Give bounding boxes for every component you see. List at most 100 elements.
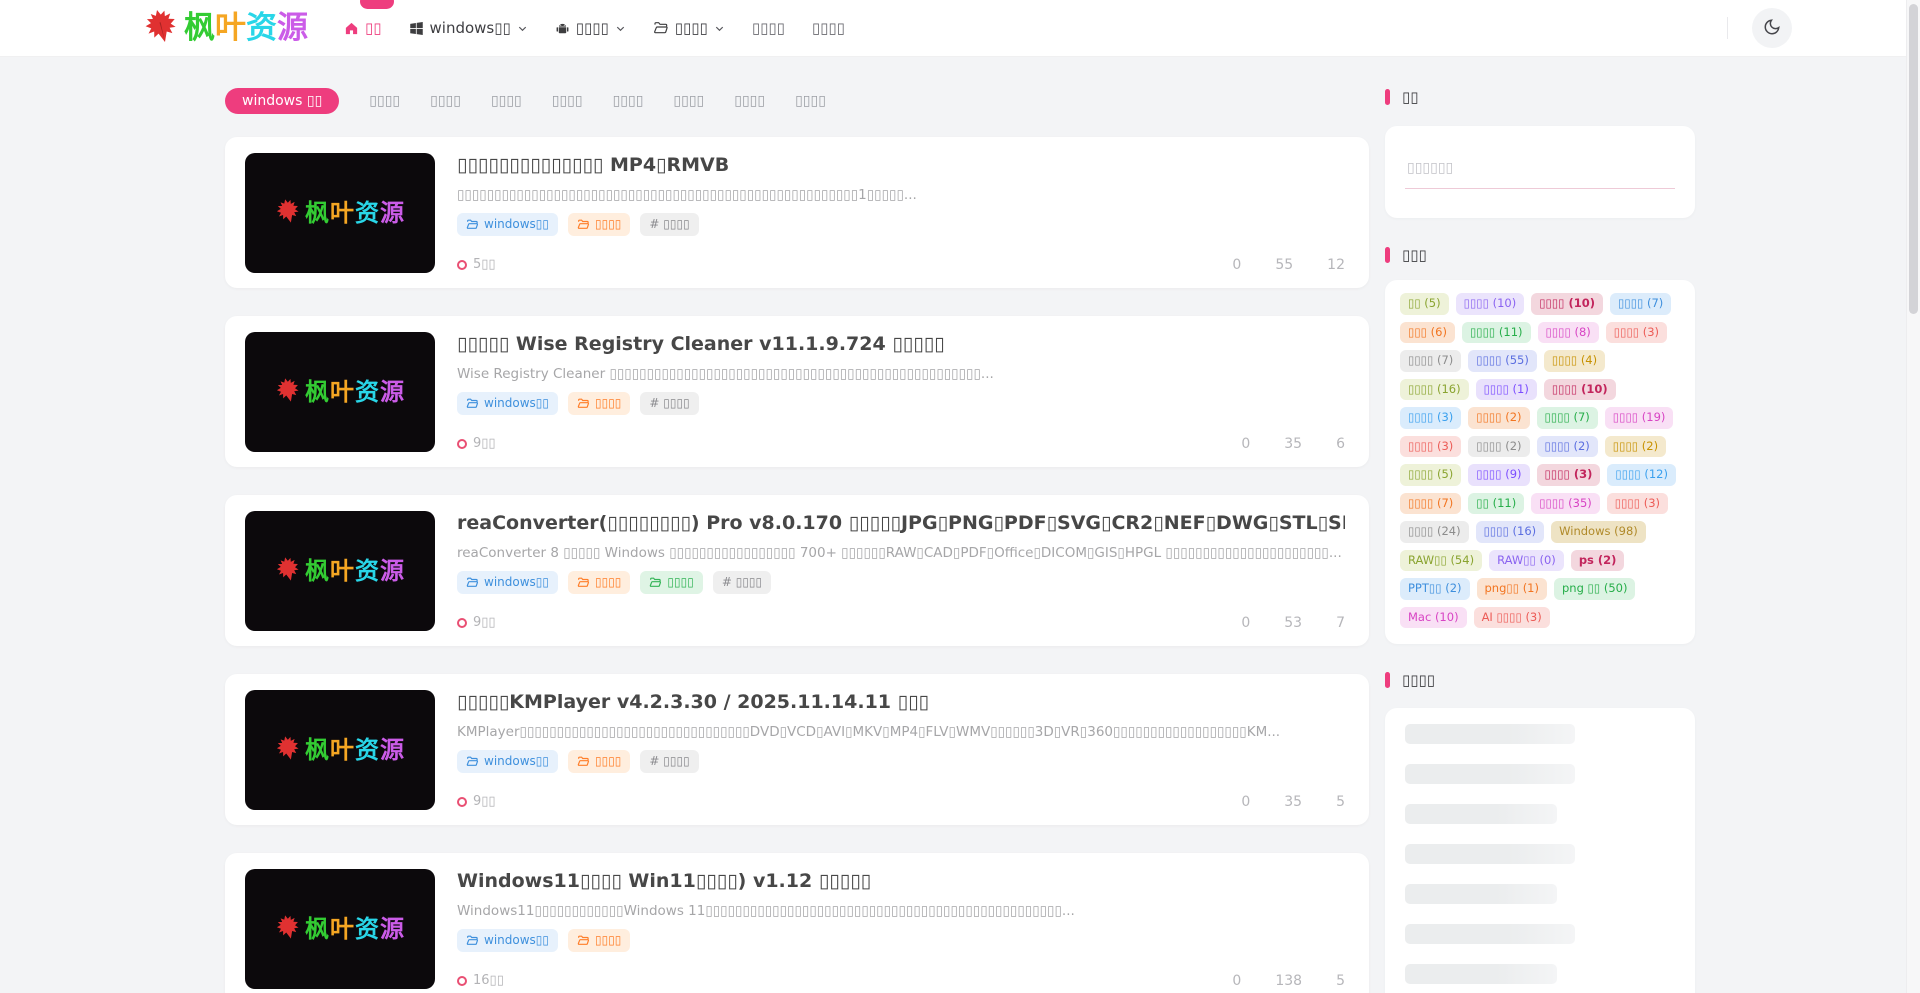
nav-item-about[interactable]: ▯▯▯▯ (812, 19, 845, 37)
tag-cloud-item[interactable]: ▯▯▯▯ (7) (1400, 350, 1461, 372)
search-input[interactable] (1405, 156, 1675, 189)
tag-cloud-item[interactable]: ▯▯▯▯ (10) (1544, 379, 1616, 401)
sidebar-section-title: ▯▯▯ (1402, 246, 1427, 264)
tag-cloud-item[interactable]: ▯▯▯▯ (9) (1468, 464, 1529, 486)
tag-cloud-item[interactable]: ▯▯▯▯ (1) (1476, 379, 1537, 401)
nav-item-windows-software[interactable]: windows▯▯ (409, 19, 528, 37)
comment-count: 0 (1232, 257, 1241, 273)
tag-cloud-item[interactable]: ▯▯▯▯ (19) (1605, 407, 1674, 429)
view-count: 53 (1284, 615, 1302, 631)
tag-cloud-item[interactable]: ▯▯▯▯ (7) (1537, 407, 1598, 429)
tag-cloud-item[interactable]: ▯▯▯▯ (5) (1400, 464, 1461, 486)
tag-cloud-item[interactable]: ▯▯ (5) (1400, 293, 1449, 315)
tag-cloud-item[interactable]: ▯▯▯▯ (35) (1531, 493, 1600, 515)
tag-cloud-item[interactable]: ps (2) (1571, 550, 1625, 572)
post-title[interactable]: reaConverter(▯▯▯▯▯▯▯▯) Pro v8.0.170 ▯▯▯▯… (457, 512, 1345, 534)
tag-cloud-item[interactable]: ▯▯▯▯ (16) (1476, 521, 1545, 543)
tag-cloud-item[interactable]: ▯▯▯▯ (12) (1607, 464, 1676, 486)
filter-chip[interactable]: ▯▯▯▯ (613, 93, 644, 109)
filter-chip[interactable]: ▯▯▯▯ (552, 93, 583, 109)
tag-cloud-item[interactable]: ▯▯▯▯ (7) (1610, 293, 1671, 315)
badge-row: windows▯▯ ▯▯▯▯ # ▯▯▯▯ (457, 392, 1345, 415)
tag-cloud-item[interactable]: ▯▯▯▯ (3) (1537, 464, 1601, 486)
tag-cloud-item[interactable]: ▯▯ (11) (1468, 493, 1524, 515)
post-title[interactable]: ▯▯▯▯▯▯▯▯▯▯▯▯▯▯ MP4▯RMVB (457, 154, 1345, 176)
tag-cloud-item[interactable]: ▯▯▯▯ (10) (1531, 293, 1603, 315)
category-badge[interactable]: ▯▯▯▯ (568, 750, 630, 773)
tag-cloud-item[interactable]: ▯▯▯▯ (2) (1605, 436, 1666, 458)
post-title[interactable]: Windows11▯▯▯▯ Win11▯▯▯▯) v1.12 ▯▯▯▯▯ (457, 870, 1345, 892)
tag-cloud-item[interactable]: ▯▯▯▯ (55) (1468, 350, 1537, 372)
filter-chip[interactable]: ▯▯▯▯ (795, 93, 826, 109)
site-logo[interactable]: 枫叶资源 (143, 8, 308, 48)
post-thumbnail[interactable]: 枫叶资源 (245, 690, 435, 810)
filter-chip-active[interactable]: windows ▯▯ (225, 88, 339, 114)
tag-cloud-item[interactable]: Mac (10) (1400, 607, 1467, 629)
post-title[interactable]: ▯▯▯▯▯KMPlayer v4.2.3.30 / 2025.11.14.11 … (457, 691, 1345, 713)
logo-char: 枫 (305, 736, 330, 764)
folder-open-icon (466, 576, 479, 589)
scrollbar-thumb[interactable] (1909, 4, 1918, 314)
tag-cloud-item[interactable]: ▯▯▯▯ (2) (1537, 436, 1598, 458)
maple-leaf-icon (275, 914, 301, 944)
tag-cloud-item[interactable]: png ▯▯ (50) (1554, 578, 1635, 600)
theme-toggle-button[interactable] (1752, 8, 1792, 48)
tag-cloud-item[interactable]: ▯▯▯▯ (3) (1400, 436, 1461, 458)
post-thumbnail[interactable]: 枫叶资源 (245, 153, 435, 273)
post-stats: 01385 (1232, 973, 1345, 989)
tag-badge[interactable]: # ▯▯▯▯ (640, 750, 698, 773)
tag-cloud-item[interactable]: ▯▯▯▯ (7) (1400, 493, 1461, 515)
tag-cloud-item[interactable]: ▯▯▯▯ (10) (1456, 293, 1525, 315)
category-badge[interactable]: ▯▯▯▯ (568, 213, 630, 236)
tag-badge[interactable]: # ▯▯▯▯ (713, 571, 771, 594)
post-title[interactable]: ▯▯▯▯▯ Wise Registry Cleaner v11.1.9.724 … (457, 333, 1345, 355)
tag-cloud-item[interactable]: AI ▯▯▯▯ (3) (1474, 607, 1550, 629)
tag-cloud-item[interactable]: ▯▯▯▯ (2) (1468, 407, 1529, 429)
tag-cloud-item[interactable]: ▯▯▯▯ (11) (1462, 322, 1531, 344)
tag-cloud-item[interactable]: ▯▯▯▯ (3) (1607, 493, 1668, 515)
category-badge[interactable]: ▯▯▯▯ (640, 571, 702, 594)
category-badge[interactable]: ▯▯▯▯ (568, 392, 630, 415)
nav-item-other-categories[interactable]: ▯▯▯▯ (653, 19, 725, 37)
post-thumbnail[interactable]: 枫叶资源 (245, 869, 435, 989)
nav-item-home[interactable]: ▯▯ (344, 19, 382, 37)
page-scrollbar[interactable] (1906, 0, 1920, 993)
tag-cloud-item[interactable]: Windows (98) (1551, 521, 1646, 543)
tag-cloud-item[interactable]: ▯▯▯▯ (8) (1538, 322, 1599, 344)
post-thumbnail[interactable]: 枫叶资源 (245, 511, 435, 631)
nav-item-android-software[interactable]: ▯▯▯▯ (555, 19, 626, 37)
category-badge[interactable]: windows▯▯ (457, 750, 558, 773)
logo-char: 枫 (305, 199, 330, 227)
category-badge[interactable]: windows▯▯ (457, 213, 558, 236)
category-badge[interactable]: ▯▯▯▯ (568, 929, 630, 952)
like-count: 5 (1336, 794, 1345, 810)
tag-cloud-item[interactable]: RAW▯▯ (54) (1400, 550, 1482, 572)
filter-chip[interactable]: ▯▯▯▯ (734, 93, 765, 109)
filter-chip[interactable]: ▯▯▯▯ (673, 93, 704, 109)
nav-item-links[interactable]: ▯▯▯▯ (752, 19, 785, 37)
tag-cloud-item[interactable]: RAW▯▯ (0) (1489, 550, 1564, 572)
filter-chip[interactable]: ▯▯▯▯ (369, 93, 400, 109)
tag-badge[interactable]: # ▯▯▯▯ (640, 392, 698, 415)
tag-badge[interactable]: # ▯▯▯▯ (640, 213, 698, 236)
badge-row: windows▯▯ ▯▯▯▯ # ▯▯▯▯ (457, 213, 1345, 236)
tag-cloud-item[interactable]: ▯▯▯ (6) (1400, 322, 1455, 344)
tag-cloud-item[interactable]: ▯▯▯▯ (24) (1400, 521, 1469, 543)
category-badge[interactable]: windows▯▯ (457, 571, 558, 594)
tag-cloud-item[interactable]: ▯▯▯▯ (2) (1468, 436, 1529, 458)
filter-chip[interactable]: ▯▯▯▯ (430, 93, 461, 109)
tag-cloud-item[interactable]: PPT▯▯ (2) (1400, 578, 1470, 600)
tag-cloud-item[interactable]: png▯▯ (1) (1477, 578, 1548, 600)
category-badge[interactable]: ▯▯▯▯ (568, 571, 630, 594)
post-thumbnail[interactable]: 枫叶资源 (245, 332, 435, 452)
tag-cloud-item[interactable]: ▯▯▯▯ (3) (1606, 322, 1667, 344)
filter-chip[interactable]: ▯▯▯▯ (491, 93, 522, 109)
logo-char: 源 (380, 915, 405, 943)
category-badge[interactable]: windows▯▯ (457, 392, 558, 415)
tag-cloud-item[interactable]: ▯▯▯▯ (4) (1544, 350, 1605, 372)
category-badge[interactable]: windows▯▯ (457, 929, 558, 952)
nav-item-label: ▯▯▯▯ (812, 19, 845, 37)
tag-cloud-item[interactable]: ▯▯▯▯ (16) (1400, 379, 1469, 401)
badge-label: ▯▯▯▯ (595, 397, 621, 409)
tag-cloud-item[interactable]: ▯▯▯▯ (3) (1400, 407, 1461, 429)
